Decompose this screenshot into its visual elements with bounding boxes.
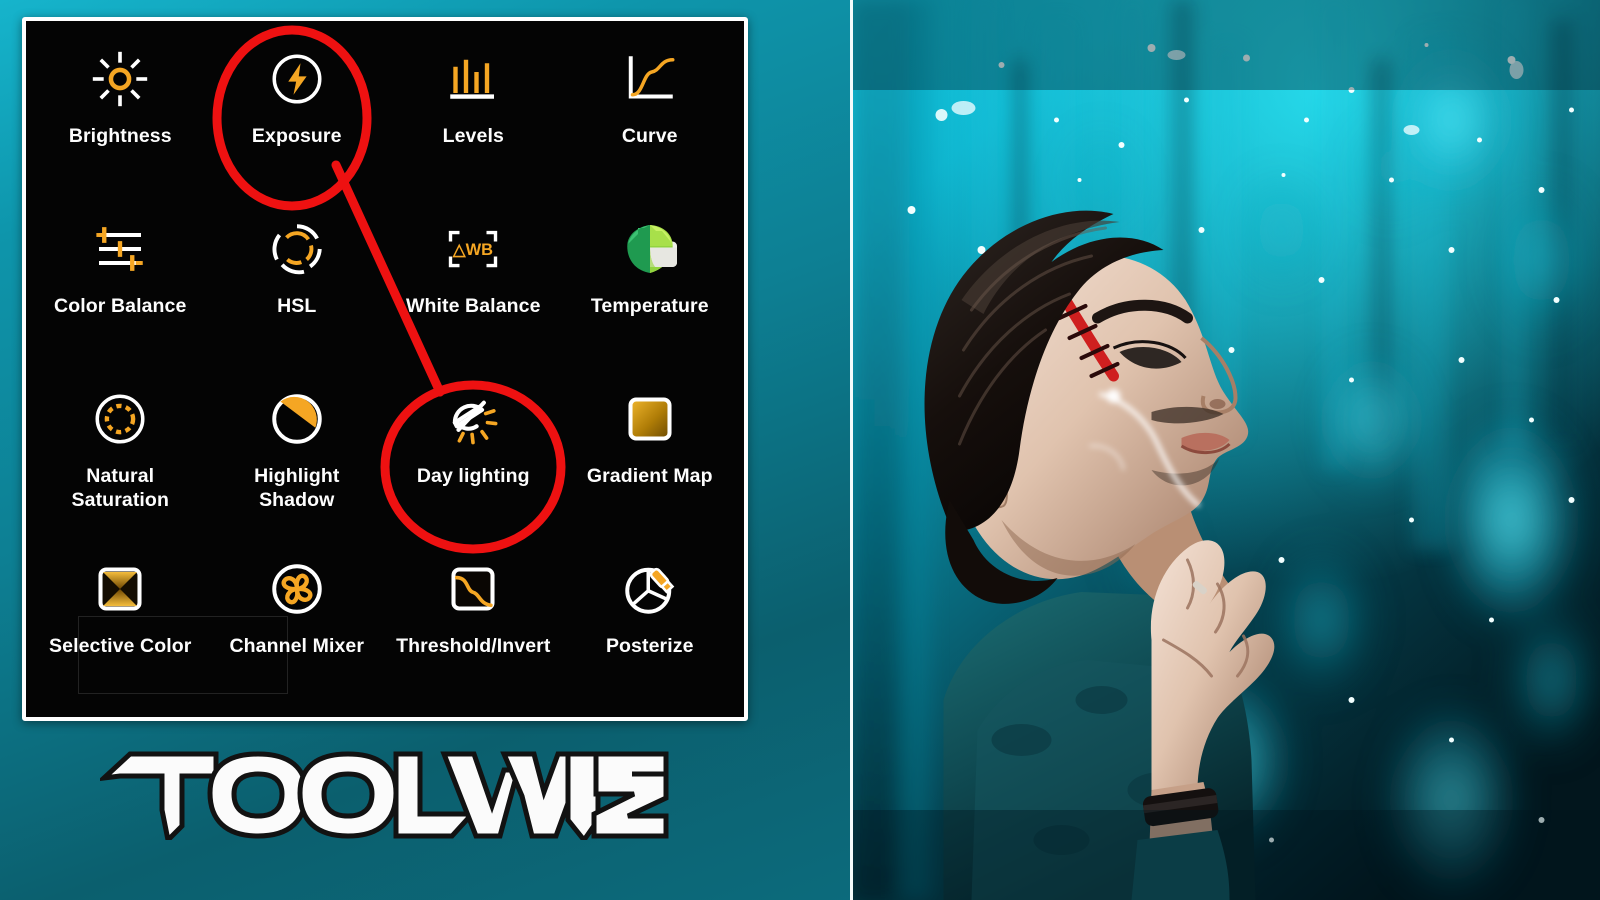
tool-label: Channel Mixer: [229, 635, 365, 657]
levels-histogram-icon: [443, 49, 503, 109]
tool-item-highlight-shadow[interactable]: Highlight Shadow: [209, 367, 386, 537]
tool-panel: Brightness Exposure Levels Curve Color B…: [22, 17, 748, 721]
brightness-sun-icon: [90, 49, 150, 109]
tool-item-selective-color[interactable]: Selective Color: [32, 537, 209, 707]
exposure-bolt-icon: [267, 49, 327, 109]
hourglass-square-icon: [90, 559, 150, 619]
tool-label: Selective Color: [49, 635, 192, 657]
left-pane: Brightness Exposure Levels Curve Color B…: [0, 0, 850, 900]
tool-label: Gradient Map: [586, 465, 713, 487]
tool-label: Exposure: [251, 125, 342, 147]
tool-label: Color Balance: [54, 295, 187, 317]
curve-graph-icon: [620, 49, 680, 109]
awb-bracket-icon: △WB: [443, 219, 503, 279]
tool-item-curve[interactable]: Curve: [562, 27, 739, 197]
photo-canvas: [853, 0, 1600, 900]
tool-item-color-balance[interactable]: Color Balance: [32, 197, 209, 367]
tool-item-channel-mixer[interactable]: Channel Mixer: [209, 537, 386, 707]
tool-item-gradient-map[interactable]: Gradient Map: [562, 367, 739, 537]
tool-item-posterize[interactable]: Posterize: [562, 537, 739, 707]
tool-item-levels[interactable]: Levels: [385, 27, 562, 197]
day-lighting-sun-icon: [443, 389, 503, 449]
threshold-curve-square-icon: [443, 559, 503, 619]
tool-label: HSL: [277, 295, 317, 317]
tool-label: Posterize: [605, 635, 694, 657]
tool-item-exposure[interactable]: Exposure: [209, 27, 386, 197]
tool-label: Day lighting: [416, 465, 530, 487]
gradient-square-icon: [620, 389, 680, 449]
tool-label: Threshold/Invert: [396, 635, 551, 657]
tool-label: Curve: [621, 125, 678, 147]
toolwiz-logo: [100, 751, 669, 840]
tool-label: Levels: [442, 125, 504, 147]
edited-photo: [850, 0, 1600, 900]
posterize-pie-brush-icon: [620, 559, 680, 619]
tool-grid: Brightness Exposure Levels Curve Color B…: [26, 21, 744, 717]
hsl-color-wheel-icon: [267, 219, 327, 279]
tool-item-natural-saturation[interactable]: Natural Saturation: [32, 367, 209, 537]
half-filled-circle-icon: [267, 389, 327, 449]
tool-item-temperature[interactable]: Temperature: [562, 197, 739, 367]
snapseed-leaf-icon: [620, 219, 680, 279]
svg-text:△WB: △WB: [452, 241, 493, 259]
tool-label: Temperature: [590, 295, 709, 317]
triskelion-circle-icon: [267, 559, 327, 619]
tool-item-hsl[interactable]: HSL: [209, 197, 386, 367]
tool-item-white-balance[interactable]: △WB White Balance: [385, 197, 562, 367]
tool-label: Brightness: [68, 125, 172, 147]
tool-item-brightness[interactable]: Brightness: [32, 27, 209, 197]
tool-item-threshold-invert[interactable]: Threshold/Invert: [385, 537, 562, 707]
tool-label: Highlight Shadow: [254, 465, 340, 511]
sliders-icon: [90, 219, 150, 279]
tool-item-day-lighting[interactable]: Day lighting: [385, 367, 562, 537]
tool-label: Natural Saturation: [71, 465, 169, 511]
dotted-circle-icon: [90, 389, 150, 449]
tool-label: White Balance: [405, 295, 541, 317]
